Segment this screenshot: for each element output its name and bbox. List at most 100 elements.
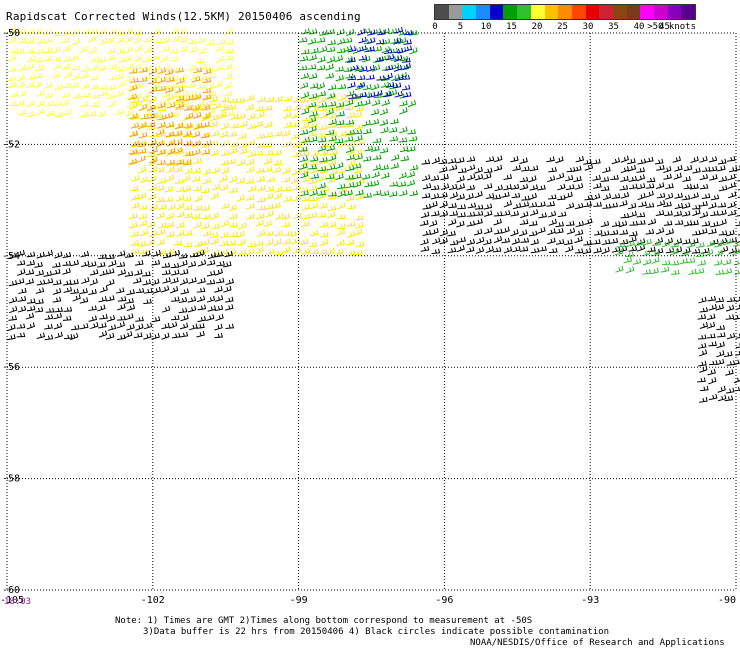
wind-barb bbox=[202, 168, 211, 176]
wind-barb bbox=[264, 192, 274, 200]
wind-barb bbox=[157, 67, 166, 75]
wind-barb bbox=[196, 330, 205, 338]
wind-barb bbox=[130, 231, 139, 237]
wind-barb bbox=[116, 29, 125, 36]
wind-barb bbox=[548, 166, 557, 173]
wind-barb bbox=[43, 270, 53, 277]
wind-barb bbox=[216, 260, 225, 267]
wind-barb bbox=[246, 166, 255, 174]
wind-barb bbox=[161, 36, 171, 44]
wind-barb bbox=[25, 312, 35, 320]
wind-barb bbox=[601, 246, 610, 255]
wind-barb bbox=[473, 228, 483, 236]
wind-barb bbox=[345, 239, 355, 246]
wind-barb bbox=[54, 251, 63, 259]
wind-barb bbox=[447, 230, 456, 237]
wind-barb bbox=[484, 227, 493, 235]
wind-barb bbox=[566, 227, 576, 235]
wind-barb bbox=[43, 81, 53, 90]
wind-barb bbox=[609, 202, 619, 208]
wind-barb bbox=[71, 38, 81, 46]
wind-barb bbox=[281, 221, 291, 227]
wind-barb bbox=[186, 82, 196, 89]
wind-barb bbox=[733, 260, 740, 266]
wind-barb bbox=[229, 187, 238, 193]
wind-barb bbox=[448, 218, 457, 226]
wind-barb bbox=[128, 148, 138, 155]
wind-barb bbox=[225, 109, 234, 117]
wind-barb bbox=[265, 238, 274, 247]
wind-barb bbox=[318, 45, 328, 53]
wind-barb bbox=[716, 341, 725, 349]
wind-barb bbox=[656, 192, 666, 199]
wind-barb bbox=[390, 162, 400, 170]
wind-barb bbox=[372, 137, 382, 143]
wind-barb bbox=[421, 159, 431, 165]
wind-barb bbox=[201, 121, 210, 128]
wind-barb bbox=[698, 349, 708, 357]
wind-barb bbox=[529, 220, 538, 227]
wind-barb bbox=[583, 240, 592, 246]
wind-barb bbox=[708, 341, 717, 347]
wind-barb bbox=[734, 386, 740, 392]
wind-barb bbox=[282, 238, 291, 245]
wind-barb bbox=[318, 249, 328, 255]
wind-barb bbox=[493, 235, 503, 244]
wind-barb bbox=[98, 28, 107, 34]
wind-barb bbox=[7, 66, 17, 73]
wind-barb bbox=[162, 65, 171, 71]
wind-barb bbox=[645, 190, 654, 198]
wind-barb bbox=[197, 277, 206, 284]
wind-barb bbox=[708, 228, 717, 235]
wind-barb bbox=[510, 210, 520, 217]
wind-barb bbox=[400, 155, 410, 162]
lon-tick-label: -90 bbox=[718, 595, 736, 606]
wind-barb bbox=[399, 107, 408, 115]
wind-barb bbox=[174, 178, 184, 185]
wind-barb bbox=[134, 269, 143, 276]
wind-barb bbox=[51, 71, 61, 79]
wind-barb bbox=[263, 157, 273, 165]
wind-barb bbox=[601, 239, 611, 245]
wind-barb bbox=[184, 212, 193, 219]
wind-barb bbox=[227, 240, 237, 246]
wind-barb bbox=[430, 227, 439, 235]
wind-barb bbox=[555, 172, 565, 180]
wind-barb bbox=[162, 269, 171, 276]
wind-barb bbox=[35, 48, 44, 55]
wind-barb bbox=[697, 342, 707, 349]
wind-barb bbox=[358, 36, 367, 44]
wind-barb bbox=[63, 71, 73, 79]
wind-barb bbox=[670, 260, 680, 266]
wind-barb bbox=[483, 203, 493, 210]
wind-barb bbox=[301, 136, 310, 144]
wind-barb bbox=[239, 141, 248, 149]
wind-barb bbox=[116, 321, 125, 329]
wind-barb bbox=[224, 63, 233, 70]
wind-barb bbox=[132, 277, 142, 284]
wind-barb bbox=[99, 89, 108, 97]
wind-barb bbox=[346, 154, 355, 161]
wind-barb bbox=[43, 55, 53, 62]
wind-barb bbox=[722, 258, 732, 266]
wind-barb bbox=[474, 210, 484, 216]
wind-barb bbox=[431, 210, 440, 217]
wind-barb bbox=[723, 238, 732, 246]
wind-barb bbox=[398, 172, 407, 180]
wind-barb bbox=[725, 304, 735, 312]
wind-barb bbox=[107, 84, 116, 91]
wind-barb bbox=[710, 221, 719, 228]
wind-barb bbox=[70, 259, 79, 267]
wind-barb bbox=[175, 202, 185, 210]
wind-barb bbox=[674, 219, 684, 225]
credit-line: NOAA/NESDIS/Office of Research and Appli… bbox=[470, 638, 725, 648]
wind-barb bbox=[198, 47, 208, 55]
wind-barb bbox=[214, 295, 224, 302]
wind-barb bbox=[175, 159, 185, 165]
wind-barb bbox=[148, 193, 157, 200]
wind-barb bbox=[299, 163, 308, 170]
wind-barbs-layer bbox=[6, 26, 740, 403]
wind-barb bbox=[225, 304, 234, 311]
wind-barb bbox=[62, 315, 72, 321]
wind-barb bbox=[146, 124, 156, 131]
